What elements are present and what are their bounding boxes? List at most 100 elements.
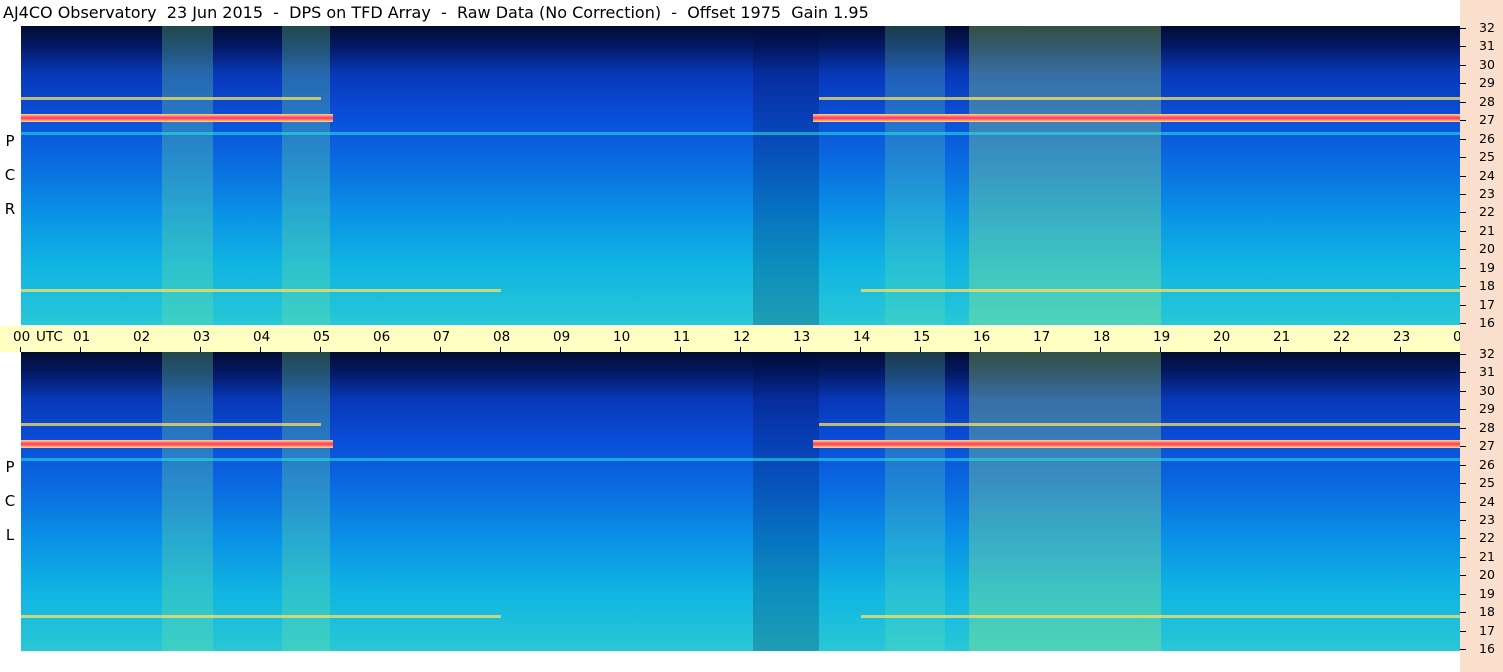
lcp-label-letter-1: P (5, 458, 15, 476)
time-tick-mark (1340, 347, 1341, 352)
emission-band-0-1 (813, 114, 1461, 123)
time-tick-label: 14 (853, 329, 871, 345)
interference-column-3 (885, 352, 945, 651)
freq-tick-mark (1460, 446, 1466, 448)
freq-tick-label: 21 (1479, 548, 1495, 564)
freq-tick-label: 23 (1479, 511, 1495, 527)
interference-column-2 (753, 352, 819, 651)
interference-column-0 (162, 352, 213, 651)
freq-tick-label: 31 (1479, 38, 1495, 54)
freq-tick-label: 25 (1479, 149, 1495, 165)
freq-tick-mark (1460, 630, 1466, 632)
freq-tick-mark (1460, 649, 1466, 650)
time-tick-label: 20 (1213, 329, 1231, 345)
rcp-spectrogram-image (21, 26, 1461, 325)
rcp-spectrogram (21, 26, 1461, 325)
rcp-label-letter-2: C (4, 166, 16, 184)
time-tick-label: 05 (313, 329, 331, 345)
freq-tick-label: 24 (1479, 493, 1495, 509)
interference-column-1 (282, 352, 330, 651)
emission-band-2-0 (21, 614, 501, 618)
freq-tick-mark (1460, 193, 1466, 195)
freq-tick-label: 20 (1479, 241, 1495, 257)
freq-tick-mark (1460, 267, 1466, 269)
interference-column-2 (753, 26, 819, 325)
emission-band-3-0 (21, 458, 1461, 462)
time-tick-label: 00 (13, 329, 31, 345)
time-tick-label: 07 (433, 329, 451, 345)
freq-tick-label: 26 (1479, 130, 1495, 146)
freq-tick-label: 19 (1479, 585, 1495, 601)
time-tick-mark (380, 347, 381, 352)
rcp-label-letter-1: P (5, 132, 15, 150)
interference-column-4 (969, 352, 1161, 651)
emission-band-1-0 (21, 97, 321, 101)
time-tick-mark (500, 347, 501, 352)
time-tick-label: 15 (913, 329, 931, 345)
time-tick-mark (1100, 347, 1101, 352)
time-tick-label: 17 (1033, 329, 1051, 345)
freq-tick-mark (1460, 101, 1466, 103)
time-tick-mark (860, 347, 861, 352)
freq-tick-label: 29 (1479, 401, 1495, 417)
freq-tick-mark (1460, 390, 1466, 392)
freq-tick-mark (1460, 427, 1466, 429)
emission-band-3-0 (21, 132, 1461, 136)
freq-tick-label: 30 (1479, 56, 1495, 72)
freq-tick-label: 18 (1479, 604, 1495, 620)
time-axis (0, 326, 1460, 352)
lcp-label-letter-3: L (5, 526, 15, 544)
freq-tick-mark (1460, 249, 1466, 251)
time-unit-label: UTC (36, 329, 63, 345)
freq-tick-mark (1460, 64, 1466, 66)
time-tick-label: 13 (793, 329, 811, 345)
freq-tick-mark (1460, 28, 1466, 29)
time-tick-label: 12 (733, 329, 751, 345)
freq-tick-mark (1460, 372, 1466, 374)
freq-tick-label: 32 (1479, 20, 1495, 35)
freq-tick-label: 24 (1479, 167, 1495, 183)
freq-tick-label: 32 (1479, 346, 1495, 361)
time-tick-label: 11 (673, 329, 691, 345)
freq-tick-mark (1460, 304, 1466, 306)
freq-tick-mark (1460, 323, 1466, 324)
time-tick-label: 22 (1333, 329, 1351, 345)
time-tick-mark (1220, 347, 1221, 352)
time-tick-mark (200, 347, 201, 352)
freq-tick-mark (1460, 83, 1466, 85)
emission-band-2-0 (21, 288, 501, 292)
freq-tick-mark (1460, 483, 1466, 485)
time-tick-mark (980, 347, 981, 352)
time-tick-mark (440, 347, 441, 352)
freq-tick-mark (1460, 593, 1466, 595)
lcp-label-letter-2: C (4, 492, 16, 510)
freq-tick-mark (1460, 519, 1466, 521)
freq-tick-mark (1460, 464, 1466, 466)
freq-tick-label: 31 (1479, 364, 1495, 380)
time-tick-mark (320, 347, 321, 352)
freq-tick-mark (1460, 230, 1466, 232)
time-tick-label: 06 (373, 329, 391, 345)
freq-tick-mark (1460, 612, 1466, 614)
interference-column-0 (162, 26, 213, 325)
time-tick-mark (1400, 347, 1401, 352)
time-tick-mark (1040, 347, 1041, 352)
freq-tick-mark (1460, 556, 1466, 558)
time-tick-mark (680, 347, 681, 352)
time-tick-label: 21 (1273, 329, 1291, 345)
rcp-column-bands (21, 26, 1460, 325)
emission-band-0-1 (813, 440, 1461, 449)
freq-tick-mark (1460, 409, 1466, 411)
freq-tick-label: 17 (1479, 622, 1495, 638)
freq-tick-label: 22 (1479, 530, 1495, 546)
freq-tick-mark (1460, 157, 1466, 159)
freq-tick-label: 18 (1479, 278, 1495, 294)
lcp-spectrogram (21, 352, 1461, 651)
freq-tick-mark (1460, 120, 1466, 122)
time-tick-mark (140, 347, 141, 352)
time-tick-mark (620, 347, 621, 352)
freq-tick-label: 30 (1479, 382, 1495, 398)
emission-band-0-0 (21, 114, 333, 123)
freq-tick-label: 22 (1479, 204, 1495, 220)
freq-tick-label: 25 (1479, 475, 1495, 491)
